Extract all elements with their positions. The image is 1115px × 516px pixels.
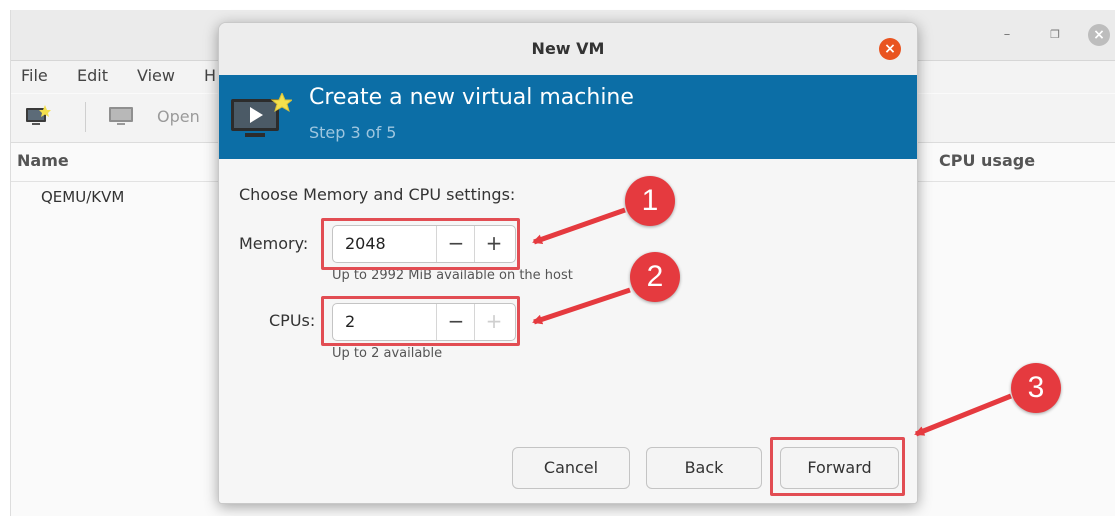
menu-file[interactable]: File (21, 66, 48, 85)
dialog-title: New VM (531, 39, 605, 58)
menu-edit[interactable]: Edit (77, 66, 108, 85)
menu-view[interactable]: View (137, 66, 175, 85)
memory-hint: Up to 2992 MiB available on the host (332, 268, 573, 283)
monitor-icon[interactable] (107, 106, 135, 126)
maximize-icon[interactable]: ❐ (1044, 24, 1066, 46)
forward-highlight-box (770, 437, 905, 496)
back-button[interactable]: Back (646, 447, 762, 489)
step-badge-1: 1 (625, 176, 675, 226)
close-icon[interactable]: × (879, 38, 901, 60)
memory-label: Memory: (239, 234, 309, 253)
step-badge-2: 2 (630, 252, 680, 302)
cancel-button[interactable]: Cancel (512, 447, 630, 489)
dialog-titlebar: New VM × (219, 23, 917, 75)
open-button-label[interactable]: Open (157, 107, 200, 126)
memory-highlight-box (321, 218, 520, 270)
menu-help[interactable]: H (204, 66, 216, 85)
new-vm-icon[interactable] (25, 105, 51, 127)
toolbar-separator (85, 102, 86, 132)
step-badge-3: 3 (1011, 363, 1061, 413)
cpus-highlight-box (321, 296, 520, 346)
banner-title: Create a new virtual machine (309, 85, 634, 110)
cpus-hint: Up to 2 available (332, 346, 443, 361)
cpus-label: CPUs: (269, 311, 316, 330)
wizard-banner: Create a new virtual machine Step 3 of 5 (219, 75, 917, 159)
close-icon[interactable]: × (1088, 24, 1110, 46)
column-cpu-usage[interactable]: CPU usage (939, 151, 1035, 170)
banner-step: Step 3 of 5 (309, 123, 397, 142)
column-name[interactable]: Name (17, 151, 69, 170)
list-item-qemu-kvm[interactable]: QEMU/KVM (41, 188, 124, 206)
minimize-icon[interactable]: – (996, 24, 1018, 46)
section-heading: Choose Memory and CPU settings: (239, 185, 516, 204)
virtual-machine-icon (231, 93, 292, 137)
